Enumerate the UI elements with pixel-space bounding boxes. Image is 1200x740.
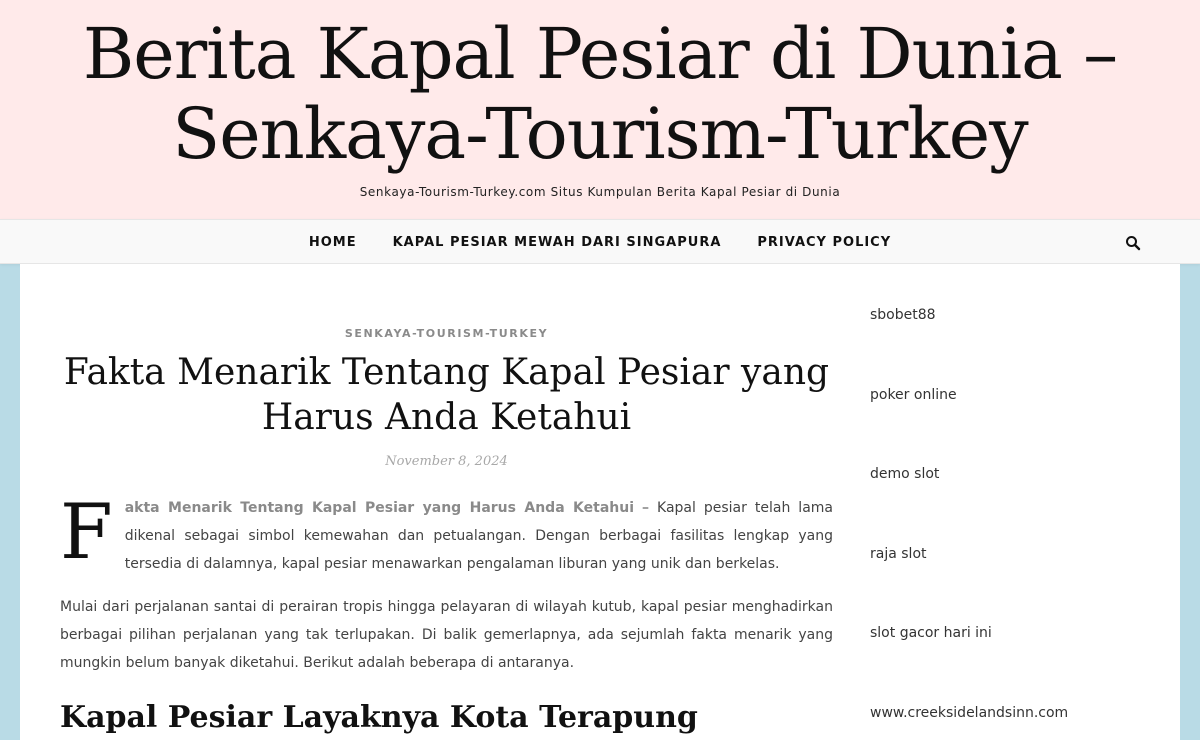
sidebar-link-poker-online[interactable]: poker online	[870, 387, 957, 403]
content-area: SENKAYA-TOURISM-TURKEY Fakta Menarik Ten…	[20, 264, 1180, 740]
site-title-line-2[interactable]: Senkaya-Tourism-Turkey	[0, 94, 1200, 174]
lead-strong-text: akta Menarik Tentang Kapal Pesiar yang H…	[124, 500, 635, 516]
site-title-line-1[interactable]: Berita Kapal Pesiar di Dunia –	[0, 14, 1200, 94]
nav-item-privacy-policy[interactable]: PRIVACY POLICY	[757, 235, 891, 250]
nav-item-home[interactable]: HOME	[309, 235, 357, 250]
post-title[interactable]: Fakta Menarik Tentang Kapal Pesiar yang …	[60, 350, 833, 440]
post-title-line-2[interactable]: Harus Anda Ketahui	[60, 395, 833, 440]
site-title[interactable]: Berita Kapal Pesiar di Dunia – Senkaya-T…	[0, 14, 1200, 174]
nav-item-kapal-pesiar-mewah[interactable]: KAPAL PESIAR MEWAH DARI SINGAPURA	[393, 235, 722, 250]
post-lead-paragraph: Fakta Menarik Tentang Kapal Pesiar yang …	[60, 494, 833, 578]
site-header: Berita Kapal Pesiar di Dunia – Senkaya-T…	[0, 0, 1200, 219]
post-date: November 8, 2024	[385, 454, 508, 469]
main-nav: HOME KAPAL PESIAR MEWAH DARI SINGAPURA P…	[0, 219, 1200, 264]
site-tagline: Senkaya-Tourism-Turkey.com Situs Kumpula…	[359, 185, 841, 199]
drop-cap: F	[60, 487, 113, 576]
sidebar-link-slot-gacor[interactable]: slot gacor hari ini	[870, 625, 992, 641]
search-icon[interactable]	[1125, 235, 1141, 251]
post-paragraph-2: Mulai dari perjalanan santai di perairan…	[60, 599, 833, 671]
sidebar-link-sbobet88[interactable]: sbobet88	[870, 307, 936, 323]
sidebar-link-creekside[interactable]: www.creeksidelandsinn.com	[870, 705, 1068, 721]
sidebar-link-raja-slot[interactable]: raja slot	[870, 546, 927, 562]
post-title-line-1[interactable]: Fakta Menarik Tentang Kapal Pesiar yang	[60, 350, 833, 395]
post-category[interactable]: SENKAYA-TOURISM-TURKEY	[60, 327, 833, 340]
sidebar-link-demo-slot[interactable]: demo slot	[870, 466, 939, 482]
post-subheading: Kapal Pesiar Layaknya Kota Terapung	[60, 700, 698, 735]
nav-items: HOME KAPAL PESIAR MEWAH DARI SINGAPURA P…	[0, 220, 1200, 265]
